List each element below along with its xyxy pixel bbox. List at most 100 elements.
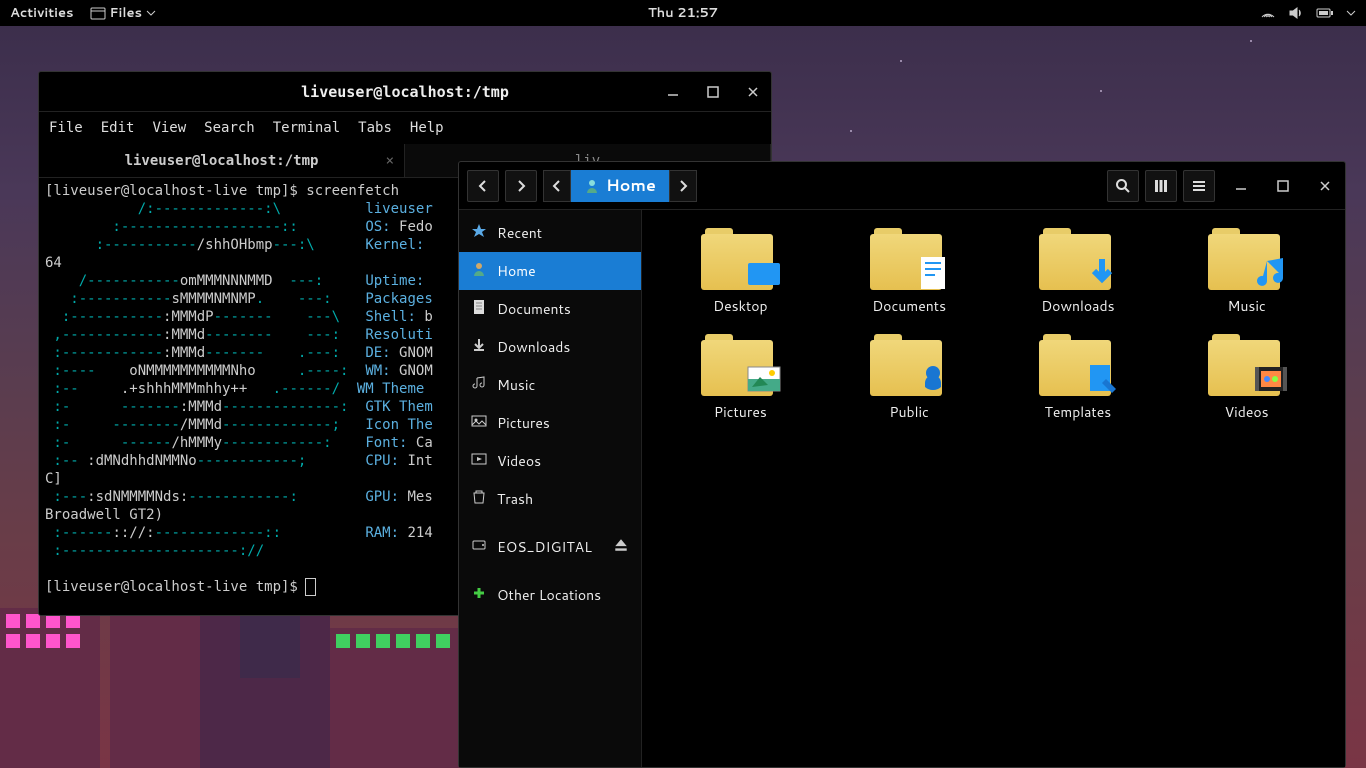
folder-pictures[interactable]: Pictures: [666, 334, 815, 422]
gnome-topbar: Activities Files Thu 21:57: [0, 0, 1366, 26]
sidebar-item-downloads[interactable]: Downloads: [459, 328, 641, 366]
menu-help[interactable]: Help: [410, 120, 444, 136]
terminal-title: liveuser@localhost:/tmp: [301, 83, 509, 101]
sidebar-item-label: Pictures: [497, 413, 550, 433]
eject-icon[interactable]: [613, 537, 629, 558]
sidebar-item-label: EOS_DIGITAL: [497, 537, 592, 557]
app-menu[interactable]: Files: [90, 4, 156, 22]
music-icon: [471, 375, 487, 396]
terminal-tab[interactable]: liveuser@localhost:/tmp ×: [39, 144, 405, 177]
search-button[interactable]: [1107, 170, 1139, 202]
activities-button[interactable]: Activities: [10, 4, 74, 22]
path-bar: Home: [543, 170, 697, 202]
folder-public[interactable]: Public: [835, 334, 984, 422]
home-icon: [471, 261, 487, 282]
files-content[interactable]: Desktop Documents Downloads Music Pictures Pu…: [642, 210, 1345, 767]
vid-overlay-icon: [1250, 360, 1292, 398]
sidebar-item-label: Music: [497, 375, 535, 395]
path-home[interactable]: Home: [571, 170, 669, 202]
folder-documents[interactable]: Documents: [835, 228, 984, 316]
sidebar-item-eos_digital[interactable]: EOS_DIGITAL: [459, 528, 641, 566]
folder-templates[interactable]: Templates: [1004, 334, 1153, 422]
folder-icon: [1039, 334, 1117, 396]
sidebar-item-pictures[interactable]: Pictures: [459, 404, 641, 442]
folder-music[interactable]: Music: [1172, 228, 1321, 316]
folder-icon: [701, 334, 779, 396]
down-overlay-icon: [1081, 254, 1123, 292]
network-icon[interactable]: [1260, 5, 1276, 21]
menu-edit[interactable]: Edit: [101, 120, 135, 136]
maximize-button[interactable]: [703, 82, 723, 102]
sidebar-item-label: Home: [497, 261, 536, 281]
minimize-button[interactable]: [1229, 174, 1253, 198]
files-sidebar: Recent Home Documents Downloads Music Picture…: [459, 210, 642, 767]
folder-label: Downloads: [1041, 296, 1114, 316]
folder-label: Desktop: [713, 296, 767, 316]
folder-label: Pictures: [714, 402, 767, 422]
sidebar-item-trash[interactable]: Trash: [459, 480, 641, 518]
menu-file[interactable]: File: [49, 120, 83, 136]
volume-icon[interactable]: [1288, 5, 1304, 21]
files-headerbar: Home: [459, 162, 1345, 210]
back-button[interactable]: [467, 170, 499, 202]
sidebar-item-label: Videos: [497, 451, 541, 471]
hamburger-menu-button[interactable]: [1183, 170, 1215, 202]
chevron-down-icon[interactable]: [1346, 8, 1356, 18]
folder-downloads[interactable]: Downloads: [1004, 228, 1153, 316]
home-icon: [584, 178, 600, 194]
sidebar-item-label: Downloads: [497, 337, 570, 357]
tmpl-overlay-icon: [1081, 360, 1123, 398]
folder-icon: [701, 228, 779, 290]
menu-terminal[interactable]: Terminal: [273, 120, 340, 136]
public-overlay-icon: [912, 360, 954, 398]
terminal-tab-label: liveuser@localhost:/tmp: [125, 153, 319, 169]
folder-label: Templates: [1045, 402, 1112, 422]
folder-icon: [1208, 334, 1286, 396]
down-icon: [471, 337, 487, 358]
sidebar-item-label: Other Locations: [497, 585, 601, 605]
sidebar-item-label: Documents: [497, 299, 571, 319]
maximize-button[interactable]: [1271, 174, 1295, 198]
plus-icon: [471, 585, 487, 606]
close-button[interactable]: [1313, 174, 1337, 198]
drive-icon: [471, 537, 487, 558]
folder-label: Music: [1227, 296, 1265, 316]
chevron-down-icon: [146, 8, 156, 18]
view-options-button[interactable]: [1145, 170, 1177, 202]
sidebar-item-other-locations[interactable]: Other Locations: [459, 576, 641, 614]
close-button[interactable]: [743, 82, 763, 102]
sidebar-item-recent[interactable]: Recent: [459, 214, 641, 252]
folder-grid: Desktop Documents Downloads Music Pictures Pu…: [666, 228, 1321, 422]
folder-label: Public: [889, 402, 929, 422]
clock[interactable]: Thu 21:57: [648, 4, 718, 22]
menu-view[interactable]: View: [152, 120, 186, 136]
pic-icon: [471, 413, 487, 434]
vid-icon: [471, 451, 487, 472]
close-icon[interactable]: ×: [386, 153, 394, 169]
terminal-titlebar[interactable]: liveuser@localhost:/tmp: [39, 72, 771, 112]
sidebar-item-documents[interactable]: Documents: [459, 290, 641, 328]
folder-icon: [870, 228, 948, 290]
minimize-button[interactable]: [663, 82, 683, 102]
menu-tabs[interactable]: Tabs: [358, 120, 392, 136]
menu-search[interactable]: Search: [204, 120, 255, 136]
files-window: Home Recent Home Documents Downloads Music Pi…: [458, 161, 1346, 768]
folder-icon: [870, 334, 948, 396]
folder-icon: [1208, 228, 1286, 290]
path-next-button[interactable]: [669, 170, 697, 202]
sidebar-item-videos[interactable]: Videos: [459, 442, 641, 480]
sidebar-item-music[interactable]: Music: [459, 366, 641, 404]
folder-label: Documents: [872, 296, 946, 316]
forward-button[interactable]: [505, 170, 537, 202]
battery-icon[interactable]: [1316, 7, 1334, 19]
folder-desktop[interactable]: Desktop: [666, 228, 815, 316]
music-overlay-icon: [1250, 254, 1292, 292]
pic-overlay-icon: [743, 360, 785, 398]
sidebar-item-home[interactable]: Home: [459, 252, 641, 290]
sidebar-item-label: Trash: [497, 489, 533, 509]
path-prev-button[interactable]: [543, 170, 571, 202]
trash-icon: [471, 489, 487, 510]
doc-overlay-icon: [912, 254, 954, 292]
terminal-menubar: File Edit View Search Terminal Tabs Help: [39, 112, 771, 144]
folder-videos[interactable]: Videos: [1172, 334, 1321, 422]
